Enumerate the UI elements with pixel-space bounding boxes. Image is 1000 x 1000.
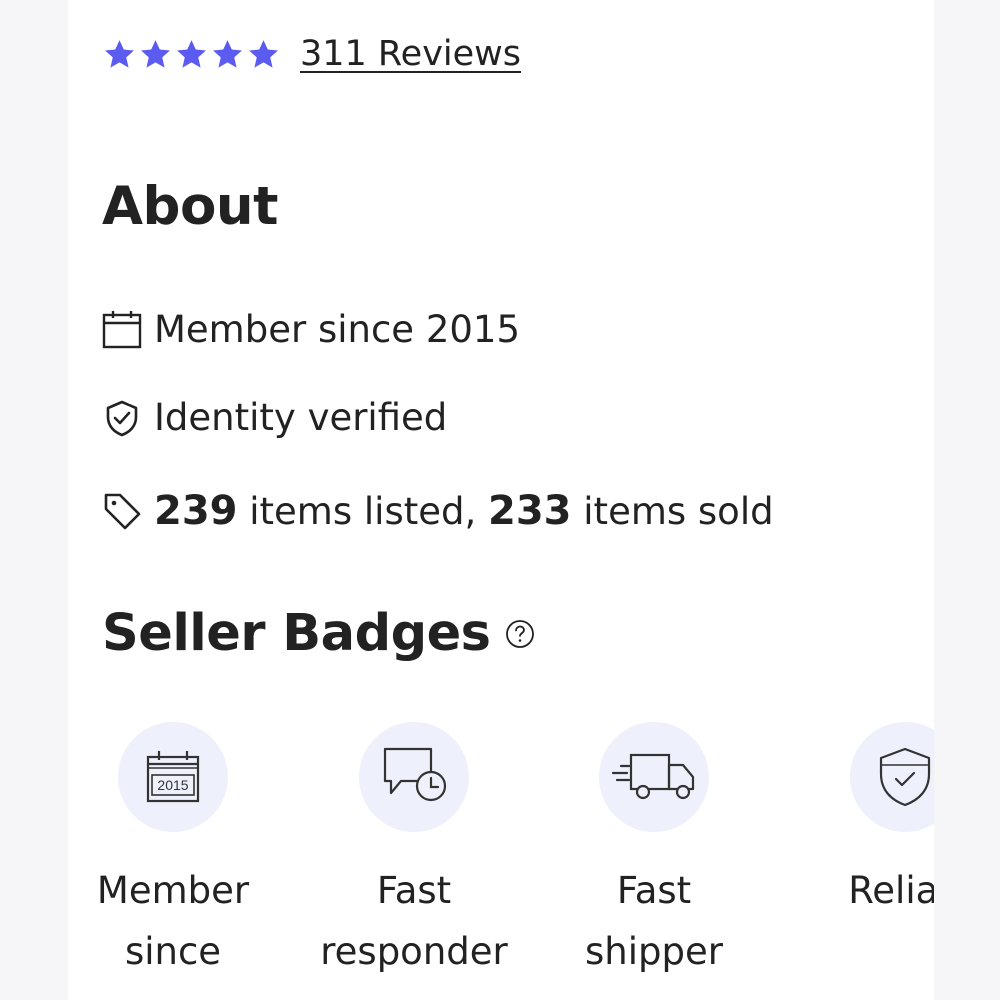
- badge-label: Member since: [68, 860, 293, 982]
- badge-reliable[interactable]: Reliab: [785, 722, 934, 921]
- seller-badges-heading: Seller Badges: [102, 604, 535, 663]
- items-listed-count: 239: [154, 488, 238, 534]
- items-listed-text: items listed,: [237, 490, 489, 533]
- seller-name-cropped: [268, 0, 338, 4]
- calendar-icon: [102, 310, 142, 348]
- badge-icon-circle: [359, 722, 469, 832]
- badge-label-line1: Fast: [616, 869, 692, 912]
- star-icon: [213, 39, 242, 68]
- seller-profile-card: 311 Reviews About Member since 2015 Iden…: [68, 0, 934, 1000]
- badge-fast-shipper[interactable]: Fast shipper: [534, 722, 774, 982]
- items-summary: 239 items listed, 233 items sold: [154, 488, 774, 534]
- seller-badges-title: Seller Badges: [102, 604, 491, 663]
- badge-label: Fast shipper: [534, 860, 774, 982]
- member-since-text: Member since 2015: [154, 308, 520, 351]
- items-row: 239 items listed, 233 items sold: [102, 488, 774, 534]
- badge-icon-circle: [850, 722, 934, 832]
- badge-icon-circle: [599, 722, 709, 832]
- truck-icon: [611, 753, 695, 800]
- badge-label-line1: Reliab: [848, 869, 934, 912]
- badge-label-line2: shipper: [585, 930, 723, 973]
- shield-check-icon: [106, 400, 138, 436]
- badge-member-since[interactable]: 2015 Member since: [68, 722, 293, 982]
- shield-check-icon: [879, 747, 931, 807]
- about-heading: About: [102, 176, 278, 237]
- star-icon: [177, 39, 206, 68]
- badge-label-line1: Fast: [376, 869, 452, 912]
- chat-clock-icon: [383, 747, 447, 802]
- badge-label: Reliab: [785, 860, 934, 921]
- help-icon[interactable]: [505, 619, 535, 649]
- tag-icon: [104, 493, 141, 530]
- badge-label: Fast responder: [294, 860, 534, 982]
- star-icon: [105, 39, 134, 68]
- badge-label-line1: Member: [96, 869, 250, 912]
- star-icon: [141, 39, 170, 68]
- items-sold-text: items sold: [571, 490, 774, 533]
- badge-icon-circle: 2015: [118, 722, 228, 832]
- identity-row: Identity verified: [102, 396, 447, 439]
- reviews-link[interactable]: 311 Reviews: [300, 34, 521, 74]
- calendar-2015-icon: 2015: [146, 751, 200, 803]
- member-since-row: Member since 2015: [102, 308, 520, 351]
- star-rating: [103, 38, 280, 71]
- items-sold-count: 233: [488, 488, 572, 534]
- badge-label-line2: responder: [320, 930, 508, 973]
- badge-fast-responder[interactable]: Fast responder: [294, 722, 534, 982]
- identity-verified-text: Identity verified: [154, 396, 448, 439]
- star-icon: [249, 39, 278, 68]
- badge-label-line2: since: [124, 930, 222, 973]
- calendar-year-text: 2015: [157, 777, 188, 793]
- rating-row: 311 Reviews: [103, 30, 521, 78]
